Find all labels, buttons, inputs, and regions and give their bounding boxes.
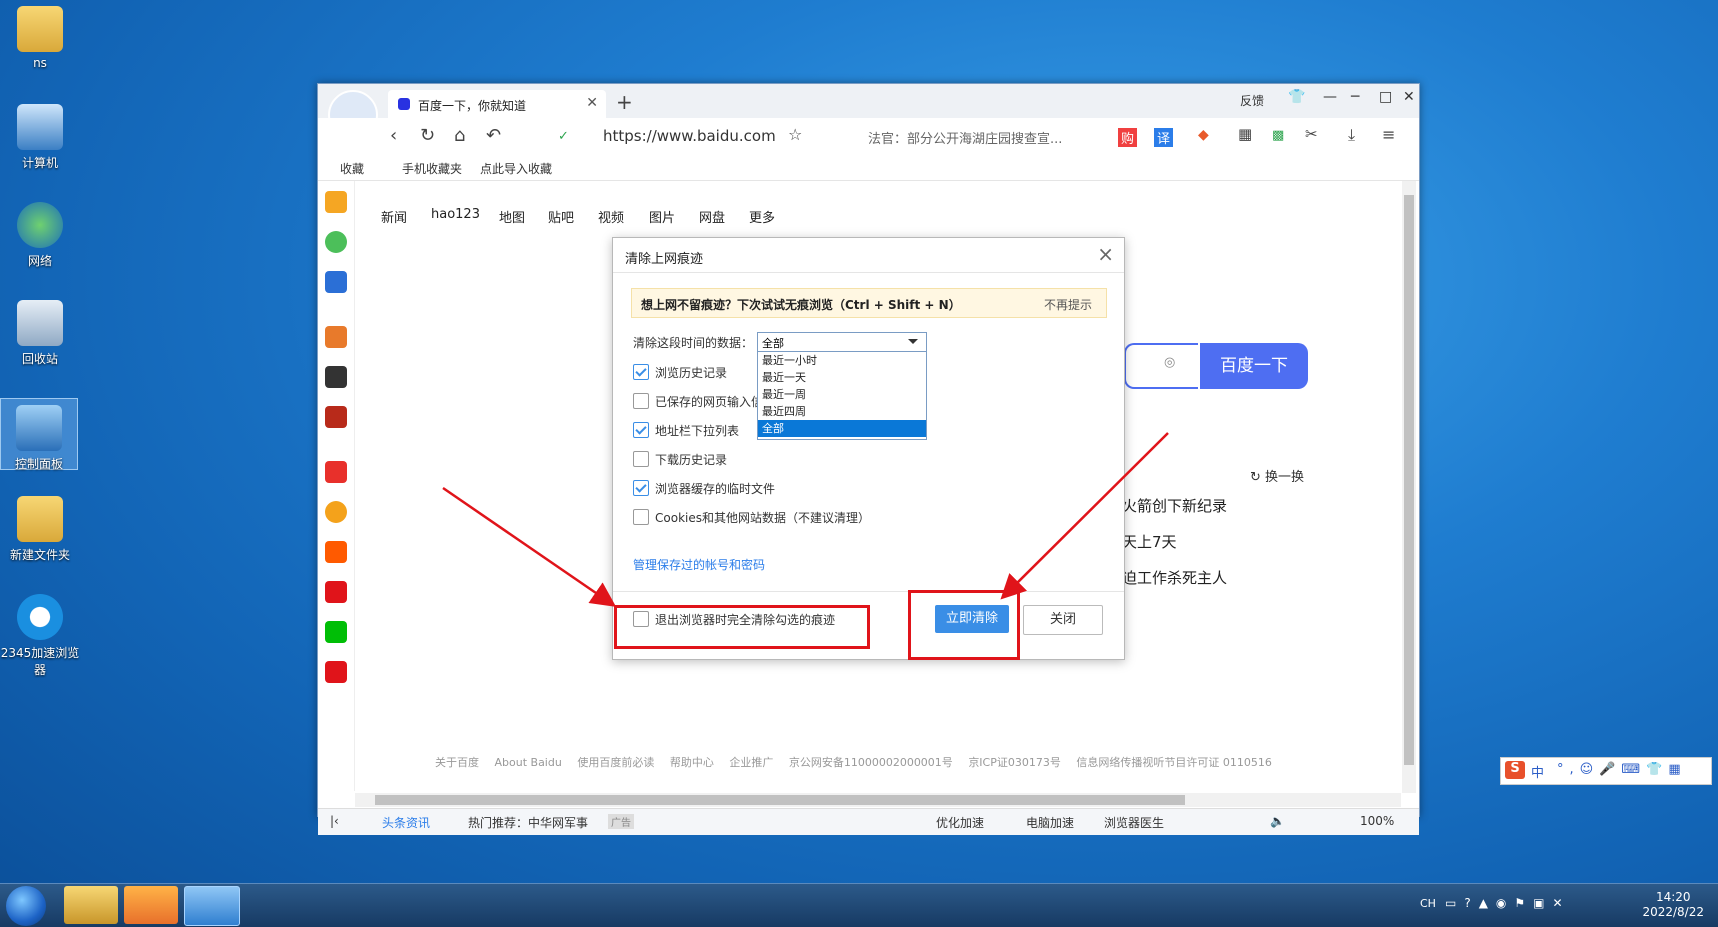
language-indicator[interactable]: CH [1420, 897, 1436, 910]
time-range-dropdown: 最近一小时 最近一天 最近一周 最近四周 全部 [757, 351, 927, 440]
dropdown-option[interactable]: 最近一小时 [758, 352, 926, 369]
ime-mode[interactable]: 中 [1531, 762, 1544, 781]
dropdown-option-selected[interactable]: 全部 [758, 420, 926, 437]
start-button[interactable] [6, 886, 46, 926]
dropdown-option[interactable]: 最近四周 [758, 403, 926, 420]
clock-time: 14:20 [1655, 890, 1691, 904]
ime-tools-icon[interactable]: °,☺🎤⌨👕▦ [1557, 762, 1687, 777]
taskbar-browser-icon[interactable] [184, 886, 240, 926]
desktop: ns 计算机 网络 回收站 控制面板 新建文件夹 2345加速浏览器 登录 百度… [0, 0, 1718, 927]
clock-date: 2022/8/22 [1642, 905, 1704, 919]
annotation-arrows [442, 432, 1169, 607]
taskbar-media-icon[interactable] [124, 886, 178, 924]
taskbar-explorer-icon[interactable] [64, 886, 118, 924]
clock[interactable]: 14:20 2022/8/22 [1642, 890, 1704, 920]
dropdown-option[interactable]: 最近一天 [758, 369, 926, 386]
ime-toolbar[interactable]: S 中 °,☺🎤⌨👕▦ [1500, 757, 1712, 785]
dropdown-option[interactable]: 最近一周 [758, 386, 926, 403]
annotation-arrow [442, 486, 617, 607]
taskbar: CH ▭?▲◉⚑▣✕ 14:20 2022/8/22 [0, 883, 1718, 927]
sogou-icon: S [1505, 761, 1525, 779]
annotation-arrow [1000, 432, 1169, 600]
tray-icons[interactable]: ▭?▲◉⚑▣✕ [1445, 896, 1571, 910]
